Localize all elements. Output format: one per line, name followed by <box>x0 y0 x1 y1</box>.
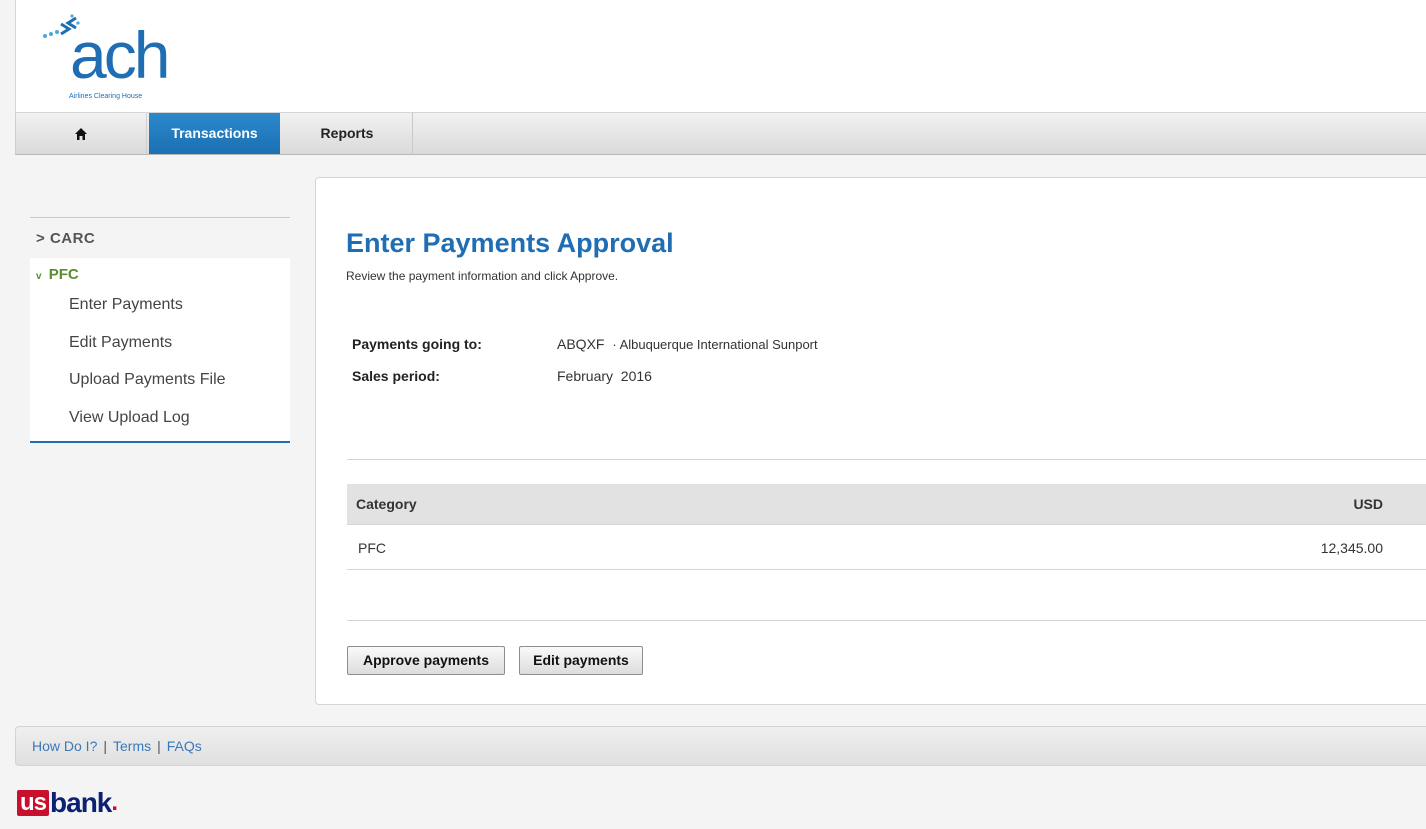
main-panel: Enter Payments Approval Review the payme… <box>315 177 1426 705</box>
footer-link-faqs[interactable]: FAQs <box>167 738 202 754</box>
tab-transactions[interactable]: Transactions <box>149 113 280 154</box>
usbank-logo: us bank. <box>17 787 119 820</box>
page-title: Enter Payments Approval <box>346 228 674 258</box>
table-row: PFC 12,345.00 <box>347 525 1426 570</box>
edit-payments-button[interactable]: Edit payments <box>519 646 643 675</box>
footer: How Do I? | Terms | FAQs <box>15 726 1426 766</box>
payments-table: Category USD PFC 12,345.00 <box>347 484 1426 570</box>
sidebar-item-view-upload-log[interactable]: View Upload Log <box>30 399 290 437</box>
home-icon <box>74 116 88 157</box>
sidebar-item-label: PFC <box>48 266 79 283</box>
main-nav: Transactions Reports <box>15 113 1426 155</box>
page-subtitle: Review the payment information and click… <box>346 269 619 283</box>
sidebar-item-pfc[interactable]: v PFC <box>30 258 290 286</box>
footer-separator: | <box>157 738 161 754</box>
sidebar-item-label: CARC <box>49 230 96 247</box>
tab-reports[interactable]: Reports <box>282 113 413 154</box>
approve-payments-button[interactable]: Approve payments <box>347 646 505 675</box>
footer-link-terms[interactable]: Terms <box>113 738 151 754</box>
cell-category: PFC <box>358 540 386 556</box>
sidebar-item-carc[interactable]: > CARC <box>30 218 290 258</box>
column-header-category: Category <box>356 496 417 512</box>
logo-tagline: Airlines Clearing House <box>69 93 143 100</box>
header: ach Airlines Clearing House <box>15 0 1426 113</box>
footer-separator: | <box>103 738 107 754</box>
table-header: Category USD <box>347 484 1426 525</box>
cell-usd: 12,345.00 <box>1320 540 1383 556</box>
logo-text: ach <box>70 18 170 92</box>
column-header-usd: USD <box>1353 496 1383 512</box>
sidebar: > CARC v PFC Enter Payments Edit Payment… <box>30 217 290 443</box>
airport-code: ABQXF <box>557 336 605 352</box>
payments-to-value: ABQXF · Albuquerque International Sunpor… <box>557 336 818 352</box>
nav-home[interactable] <box>16 113 147 154</box>
airport-name: · Albuquerque International Sunport <box>612 337 818 352</box>
footer-links: How Do I? | Terms | FAQs <box>32 738 202 754</box>
divider <box>347 620 1426 621</box>
expanded-marker-icon: v <box>36 271 42 282</box>
sales-period-label: Sales period: <box>352 368 440 384</box>
usbank-logo-bank: bank <box>50 787 112 818</box>
divider <box>347 459 1426 460</box>
footer-link-how-do-i[interactable]: How Do I? <box>32 738 97 754</box>
sales-period-value: February 2016 <box>557 368 652 384</box>
collapsed-marker-icon: > <box>36 230 46 247</box>
ach-logo[interactable]: ach Airlines Clearing House <box>32 4 202 109</box>
sidebar-item-edit-payments[interactable]: Edit Payments <box>30 324 290 362</box>
payments-to-label: Payments going to: <box>352 336 482 352</box>
usbank-logo-us: us <box>17 790 50 816</box>
sidebar-group-pfc: v PFC Enter Payments Edit Payments Uploa… <box>30 258 290 443</box>
usbank-logo-dot: . <box>111 789 119 816</box>
sidebar-item-enter-payments[interactable]: Enter Payments <box>30 286 290 324</box>
sidebar-item-upload-payments-file[interactable]: Upload Payments File <box>30 361 290 399</box>
